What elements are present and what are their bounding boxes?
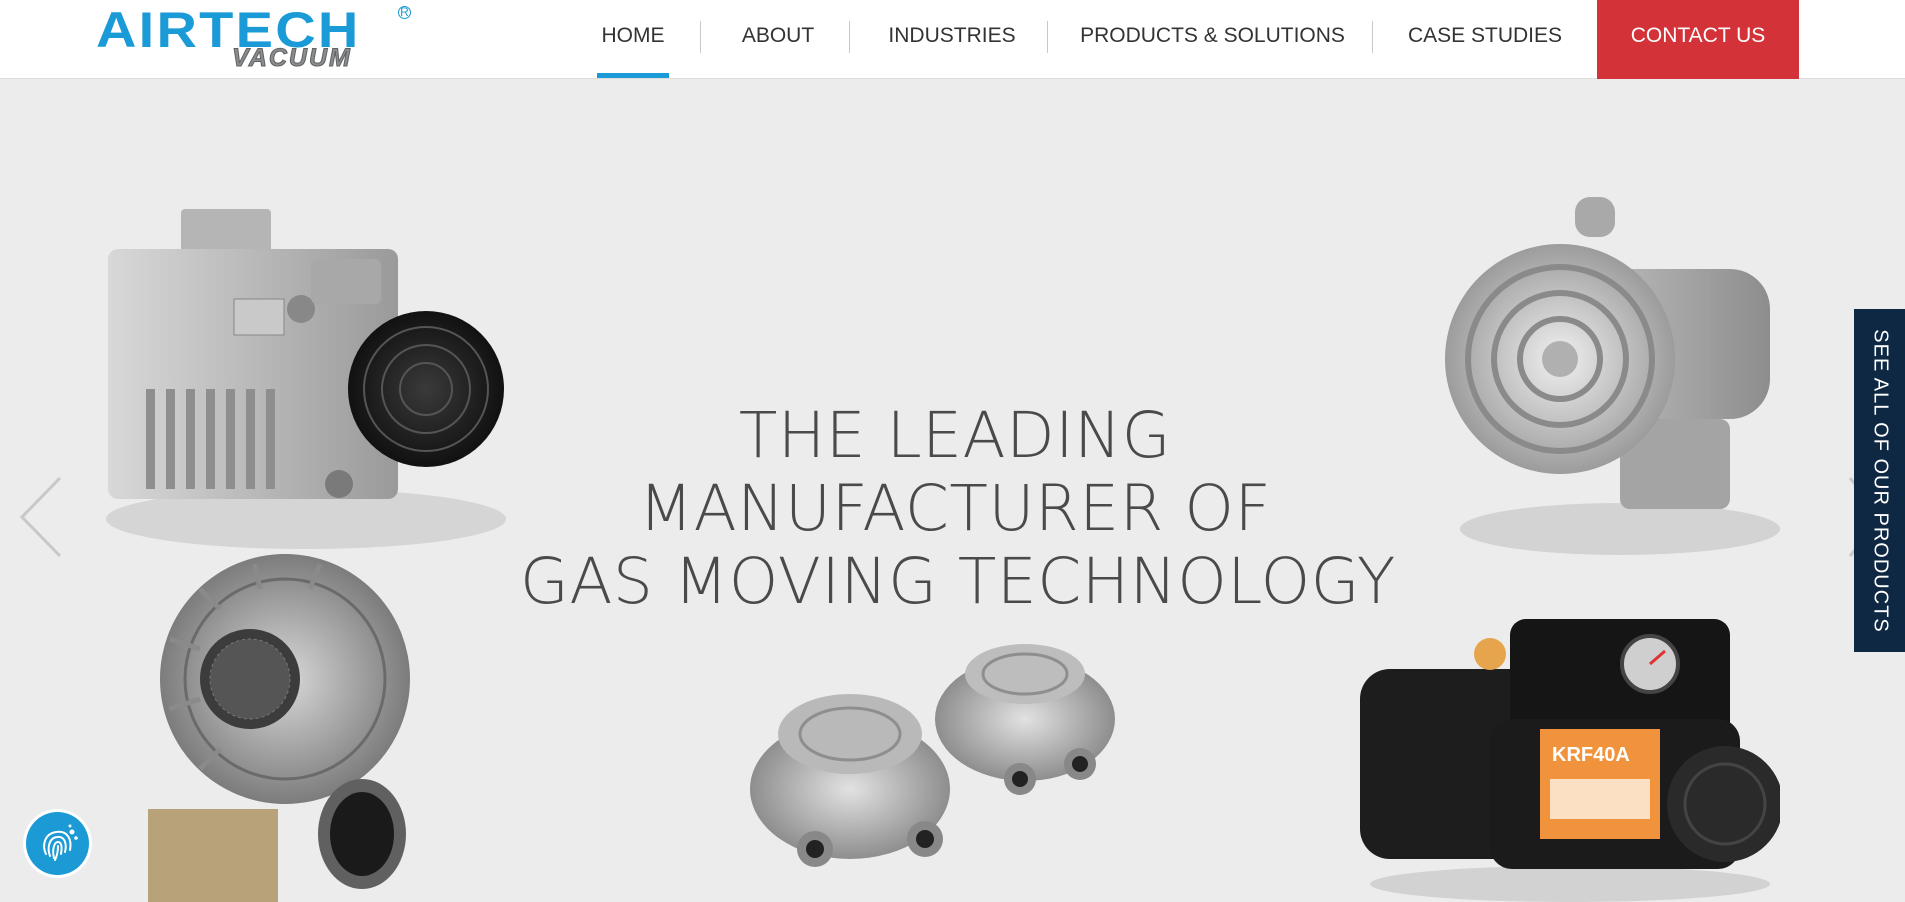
nav-case-studies[interactable]: CASE STUDIES [1405,0,1565,78]
registered-mark-icon: R [398,6,411,19]
nav-products-solutions[interactable]: PRODUCTS & SOLUTIONS [1080,0,1345,78]
nav-about[interactable]: ABOUT [732,0,824,78]
site-header: AIRTECH R VACUUM HOME ABOUT INDUSTRIES P… [0,0,1905,79]
compact-pump-pair-icon [750,644,1115,867]
nav-divider [849,21,850,53]
fingerprint-badge-button[interactable] [26,812,89,875]
contact-us-button[interactable]: CONTACT US [1597,0,1799,79]
oil-vane-pump-icon: KRF40A [1360,619,1780,902]
nav-divider [1372,21,1373,53]
fingerprint-icon [43,824,78,861]
airtech-logo[interactable]: AIRTECH R VACUUM [96,4,416,74]
side-tab-label: SEE ALL OF OUR PRODUCTS [1869,328,1891,633]
nav-divider [1047,21,1048,53]
logo-subtitle: VACUUM [232,44,352,72]
centrifugal-blower-icon [148,554,410,902]
rotary-vane-pump-icon [106,209,506,549]
chevron-left-icon[interactable] [18,474,68,560]
nav-divider [700,21,701,53]
regenerative-blower-icon [1445,197,1780,555]
nav-industries[interactable]: INDUSTRIES [880,0,1024,78]
see-all-products-tab[interactable]: SEE ALL OF OUR PRODUCTS [1854,309,1905,652]
headline-line-3: GAS MOVING TECHNOLOGY [520,545,1396,618]
product-model-label: KRF40A [1552,744,1630,766]
headline-line-2: MANUFACTURER OF [638,472,1272,545]
hero-headline: THE LEADING MANUFACTURER OF GAS MOVING T… [520,399,1396,618]
nav-home[interactable]: HOME [597,0,669,78]
headline-line-1: THE LEADING [738,399,1172,472]
hero-carousel: KRF40A THE LEADING MANUFACTURER OF GAS M… [0,79,1905,902]
